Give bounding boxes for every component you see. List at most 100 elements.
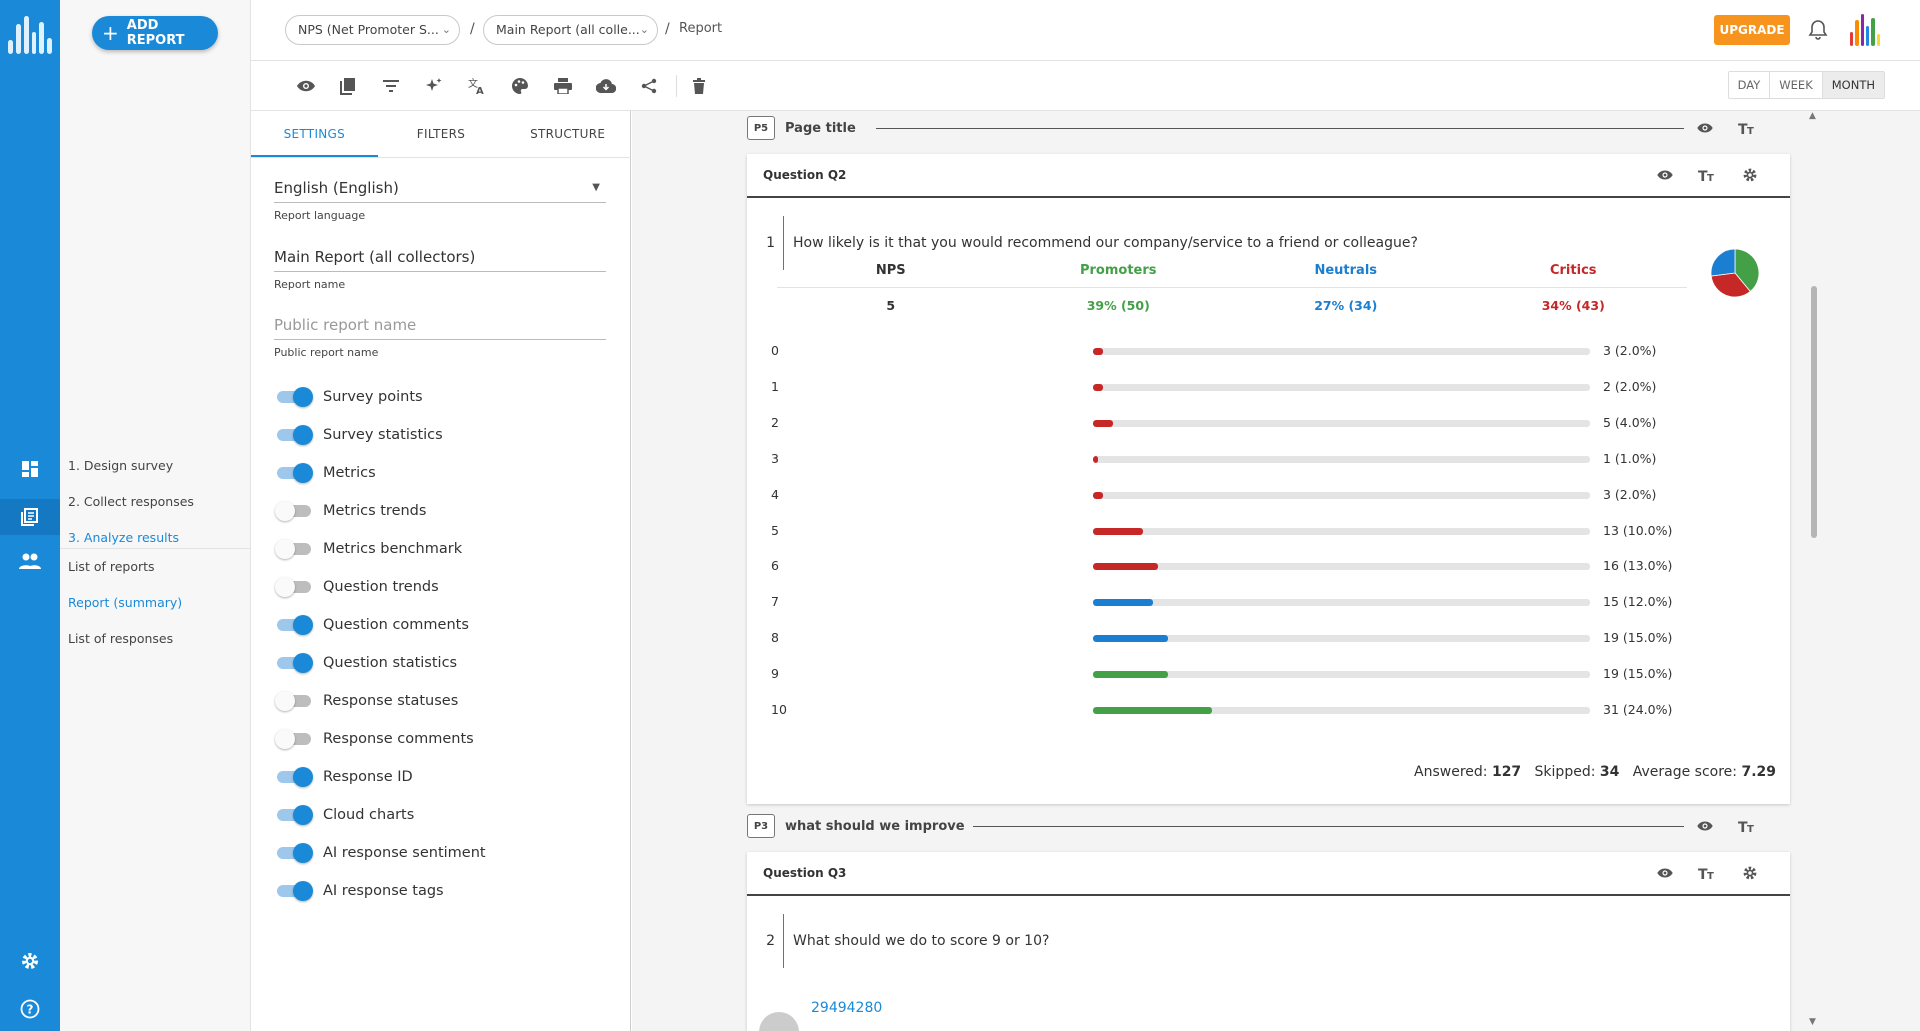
tab-filters[interactable]: FILTERS <box>378 111 505 157</box>
toggle-label: Metrics benchmark <box>323 541 463 557</box>
step-collect-responses[interactable]: 2. Collect responses <box>60 484 251 520</box>
range-week[interactable]: WEEK <box>1770 72 1823 98</box>
reports-icon[interactable] <box>0 499 60 535</box>
eye-icon[interactable] <box>1694 117 1716 139</box>
toggle-row[interactable]: AI response tags <box>275 877 444 905</box>
toggle-row[interactable]: Response statuses <box>275 687 458 715</box>
settings-gear-icon[interactable] <box>16 947 44 975</box>
palette-icon[interactable] <box>509 75 531 97</box>
nps-summary-table: NPS Promoters Neutrals Critics 5 39% (50… <box>777 254 1687 322</box>
range-month[interactable]: MONTH <box>1822 72 1884 98</box>
scrollbar-thumb[interactable] <box>1811 286 1817 538</box>
translate-icon[interactable]: 文A <box>466 75 488 97</box>
toggle-switch[interactable] <box>275 729 313 749</box>
cloud-download-icon[interactable] <box>595 75 617 97</box>
toggle-switch[interactable] <box>275 767 313 787</box>
eye-icon[interactable] <box>1694 815 1716 837</box>
add-report-button[interactable]: + ADD REPORT <box>92 16 218 50</box>
nav-report-summary[interactable]: Report (summary) <box>60 585 251 621</box>
toggle-switch[interactable] <box>275 881 313 901</box>
score-bar <box>1093 707 1213 714</box>
nav-list-of-reports[interactable]: List of reports <box>60 549 251 585</box>
toggle-row[interactable]: AI response sentiment <box>275 839 486 867</box>
eye-icon[interactable] <box>1654 164 1676 186</box>
nav-list-of-responses[interactable]: List of responses <box>60 621 251 657</box>
eye-icon[interactable] <box>1654 862 1676 884</box>
copy-icon[interactable] <box>337 75 359 97</box>
report-language-value: English (English) <box>274 179 399 197</box>
bell-icon[interactable] <box>1806 18 1830 42</box>
dashboard-icon[interactable] <box>16 455 44 483</box>
print-icon[interactable] <box>552 75 574 97</box>
eye-icon[interactable] <box>295 75 317 97</box>
report-selector[interactable]: Main Report (all colle... ⌄ <box>483 15 658 45</box>
public-report-name-input[interactable]: Public report name <box>274 310 606 340</box>
text-size-icon[interactable]: TT <box>1696 862 1718 884</box>
step-design-survey[interactable]: 1. Design survey <box>60 448 251 484</box>
score-bar-row: 1 2 (2.0%) <box>771 377 1771 397</box>
toggle-row[interactable]: Question comments <box>275 611 469 639</box>
toggle-row[interactable]: Response comments <box>275 725 474 753</box>
ai-sparkle-icon[interactable] <box>423 75 445 97</box>
response-id-link[interactable]: 29494280 <box>811 1000 882 1016</box>
score-label: 1 <box>771 378 779 394</box>
survey-selector[interactable]: NPS (Net Promoter S... ⌄ <box>285 15 460 45</box>
gear-icon[interactable] <box>1739 164 1761 186</box>
help-icon[interactable]: ? <box>16 995 44 1023</box>
toggle-row[interactable]: Response ID <box>275 763 413 791</box>
svg-text:T: T <box>1707 871 1714 880</box>
score-bar <box>1093 348 1103 355</box>
toggle-switch[interactable] <box>275 843 313 863</box>
toggle-switch[interactable] <box>275 577 313 597</box>
score-bar-row: 3 1 (1.0%) <box>771 449 1771 469</box>
toggle-row[interactable]: Survey points <box>275 383 423 411</box>
toggle-switch[interactable] <box>275 691 313 711</box>
skipped-label: Skipped: <box>1534 764 1596 780</box>
toggle-switch[interactable] <box>275 653 313 673</box>
toggle-switch[interactable] <box>275 425 313 445</box>
trash-icon[interactable] <box>688 75 710 97</box>
brand-logo[interactable] <box>1850 14 1880 46</box>
content-scrollbar[interactable]: ▲ ▼ <box>1808 111 1820 1031</box>
text-size-icon[interactable]: TT <box>1696 164 1718 186</box>
report-language-select[interactable]: English (English) ▼ <box>274 173 606 203</box>
people-icon[interactable] <box>16 547 44 575</box>
avatar <box>759 1012 799 1031</box>
text-size-icon[interactable]: TT <box>1736 815 1758 837</box>
breadcrumb-separator: / <box>665 21 670 37</box>
toggle-row[interactable]: Question statistics <box>275 649 457 677</box>
score-bar-track <box>1093 671 1590 679</box>
toggle-row[interactable]: Metrics benchmark <box>275 535 462 563</box>
scroll-down-arrow-icon[interactable]: ▼ <box>1809 1017 1816 1027</box>
toggle-switch[interactable] <box>275 501 313 521</box>
toggle-row[interactable]: Question trends <box>275 573 439 601</box>
toggle-switch[interactable] <box>275 387 313 407</box>
toggle-row[interactable]: Metrics trends <box>275 497 426 525</box>
toggle-switch[interactable] <box>275 539 313 559</box>
range-day[interactable]: DAY <box>1729 72 1771 98</box>
toggle-switch[interactable] <box>275 615 313 635</box>
toggle-switch[interactable] <box>275 463 313 483</box>
report-selector-label: Main Report (all colle... <box>496 22 640 37</box>
toggle-switch[interactable] <box>275 805 313 825</box>
share-icon[interactable] <box>638 75 660 97</box>
filter-icon[interactable] <box>380 75 402 97</box>
score-bar-track <box>1093 383 1590 391</box>
report-language-field: English (English) ▼ Report language <box>274 173 606 222</box>
add-report-label: ADD REPORT <box>126 18 185 48</box>
text-size-icon[interactable]: TT <box>1736 117 1758 139</box>
pie-slice-neutrals <box>1710 248 1736 277</box>
nps-header: NPS <box>875 263 906 278</box>
toggle-row[interactable]: Survey statistics <box>275 421 443 449</box>
question-text: What should we do to score 9 or 10? <box>793 933 1050 949</box>
app-logo[interactable] <box>8 10 52 54</box>
upgrade-button[interactable]: UPGRADE <box>1714 15 1790 45</box>
tab-structure[interactable]: STRUCTURE <box>504 111 631 157</box>
tab-settings[interactable]: SETTINGS <box>251 111 378 157</box>
gear-icon[interactable] <box>1739 862 1761 884</box>
scroll-up-arrow-icon[interactable]: ▲ <box>1809 111 1816 121</box>
toggle-row[interactable]: Metrics <box>275 459 376 487</box>
toggle-row[interactable]: Cloud charts <box>275 801 414 829</box>
report-name-input[interactable]: Main Report (all collectors) <box>274 242 606 272</box>
score-bar <box>1093 455 1098 463</box>
